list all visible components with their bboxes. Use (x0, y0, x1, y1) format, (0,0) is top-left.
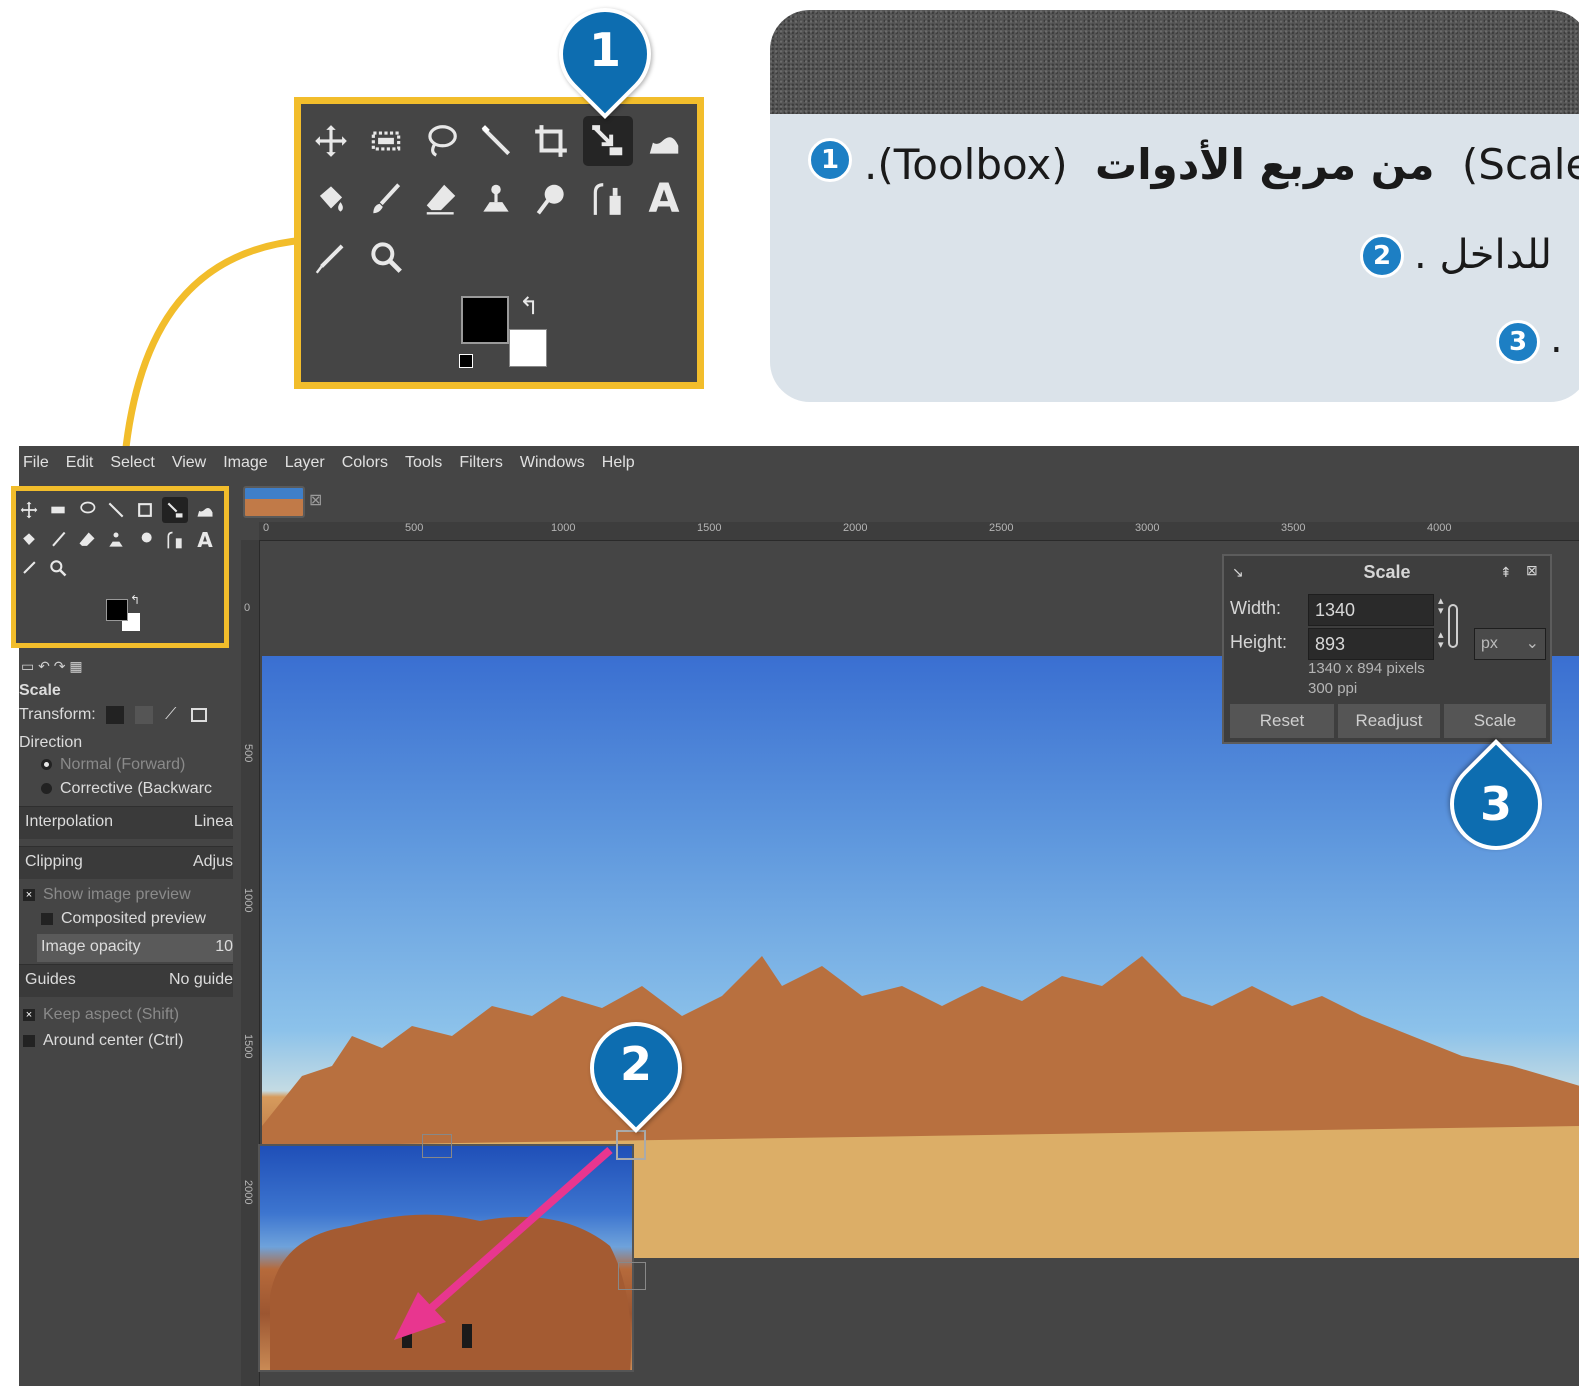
chevron-down-icon: ⌄ (1525, 635, 1539, 652)
height-stepper-icon[interactable]: ▴ ▾ (1438, 630, 1444, 651)
readjust-button[interactable]: Readjust (1338, 704, 1440, 738)
close-dialog-icon[interactable]: ⊠ (1526, 562, 1538, 579)
height-label: Height: (1230, 632, 1288, 652)
pin-dialog-icon[interactable]: ⇞ (1500, 564, 1512, 581)
scale-button[interactable]: Scale (1444, 704, 1546, 738)
unit-value: px (1481, 635, 1498, 652)
callout-label-2: 2 (619, 1037, 652, 1091)
reset-button[interactable]: Reset (1230, 704, 1334, 738)
resolution-info: 300 ppi (1308, 680, 1358, 697)
chain-link-icon[interactable] (1448, 604, 1458, 648)
width-input[interactable]: 1340 (1308, 594, 1434, 626)
scale-dialog: ↘ Scale ⇞ ⊠ Width: 1340 Height: 893 ▴ ▾ ▴… (1222, 554, 1552, 744)
callout-label-1: 1 (588, 23, 621, 77)
size-info: 1340 x 894 pixels (1308, 660, 1425, 677)
width-label: Width: (1230, 598, 1282, 618)
unit-select[interactable]: px ⌄ (1474, 628, 1546, 660)
callout-label-3: 3 (1479, 777, 1512, 831)
width-stepper-icon[interactable]: ▴ ▾ (1438, 596, 1444, 617)
height-input[interactable]: 893 (1308, 628, 1434, 660)
